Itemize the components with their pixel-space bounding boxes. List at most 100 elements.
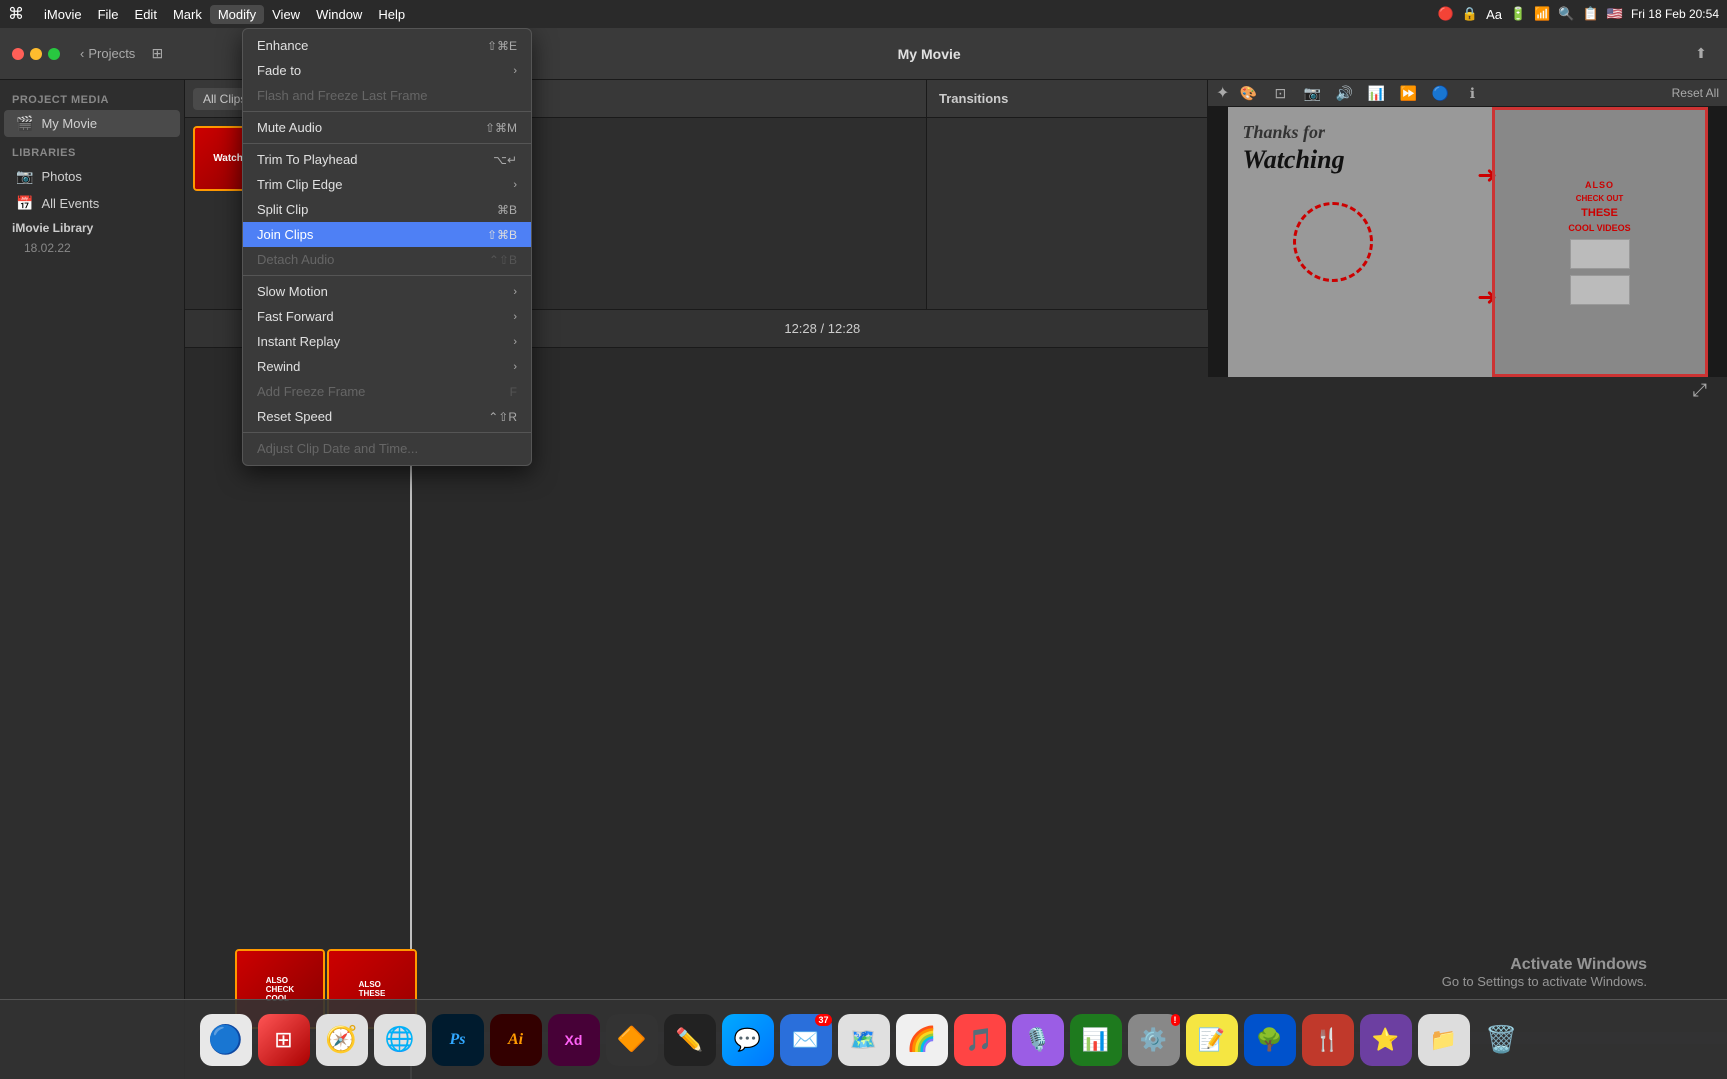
menubar-mark[interactable]: Mark xyxy=(165,5,210,24)
menu-slow-motion[interactable]: Slow Motion › xyxy=(243,279,531,304)
info-btn[interactable]: ℹ xyxy=(1459,80,1485,106)
dock-launchpad[interactable]: ⊞ xyxy=(258,1014,310,1066)
menubar-right: 🔴 🔒 Aa 🔋 📶 🔍 📋 🇺🇸 Fri 18 Feb 20:54 xyxy=(1438,6,1719,22)
sidebar-item-my-movie[interactable]: 🎬 My Movie xyxy=(4,110,180,137)
all-events-label: All Events xyxy=(41,196,99,211)
activate-windows: Activate Windows Go to Settings to activ… xyxy=(1442,956,1647,989)
fade-to-arrow: › xyxy=(513,65,517,77)
library-date: 18.02.22 xyxy=(0,239,184,257)
minimize-button[interactable] xyxy=(30,48,42,60)
time-separator: / xyxy=(821,321,828,336)
dock-system-prefs[interactable]: ⚙️ ! xyxy=(1128,1014,1180,1066)
dock-messenger[interactable]: 💬 xyxy=(722,1014,774,1066)
menu-fast-forward[interactable]: Fast Forward › xyxy=(243,304,531,329)
menu-fade-to[interactable]: Fade to › xyxy=(243,58,531,83)
join-clips-label: Join Clips xyxy=(257,227,313,242)
menu-enhance[interactable]: Enhance ⇧⌘E xyxy=(243,33,531,58)
menubar-window[interactable]: Window xyxy=(308,5,370,24)
fast-forward-label: Fast Forward xyxy=(257,309,334,324)
mute-audio-shortcut: ⇧⌘M xyxy=(485,121,517,135)
dock-superstar[interactable]: ⭐ xyxy=(1360,1014,1412,1066)
add-freeze-shortcut: F xyxy=(510,385,517,399)
menu-join-clips[interactable]: Join Clips ⇧⌘B xyxy=(243,222,531,247)
menu-rewind[interactable]: Rewind › xyxy=(243,354,531,379)
reset-all-btn[interactable]: Reset All xyxy=(1672,86,1719,100)
join-clips-shortcut: ⇧⌘B xyxy=(487,228,517,242)
reset-speed-shortcut: ⌃⇧R xyxy=(488,410,517,424)
activate-windows-title: Activate Windows xyxy=(1442,956,1647,974)
dock-chrome[interactable]: 🌐 xyxy=(374,1014,426,1066)
filter-btn[interactable]: 🔵 xyxy=(1427,80,1453,106)
split-view-btn[interactable]: ⊞ xyxy=(143,40,171,68)
dock-imovie-folder[interactable]: 📁 xyxy=(1418,1014,1470,1066)
menu-instant-replay[interactable]: Instant Replay › xyxy=(243,329,531,354)
crop-btn[interactable]: ⊡ xyxy=(1267,80,1293,106)
instant-replay-label: Instant Replay xyxy=(257,334,340,349)
sidebar-item-all-events[interactable]: 📅 All Events xyxy=(4,190,180,217)
photos-label: Photos xyxy=(41,169,81,184)
dock-photos[interactable]: 🌈 xyxy=(896,1014,948,1066)
flash-freeze-label: Flash and Freeze Last Frame xyxy=(257,88,428,103)
menu-detach-audio: Detach Audio ⌃⇧B xyxy=(243,247,531,272)
dock-pixelmator[interactable]: ✏️ xyxy=(664,1014,716,1066)
dock-finder[interactable]: 🔵 xyxy=(200,1014,252,1066)
dock-xd[interactable]: Xd xyxy=(548,1014,600,1066)
add-freeze-label: Add Freeze Frame xyxy=(257,384,365,399)
my-movie-label: My Movie xyxy=(41,116,97,131)
dock-notes[interactable]: 📝 xyxy=(1186,1014,1238,1066)
menu-trim-clip-edge[interactable]: Trim Clip Edge › xyxy=(243,172,531,197)
fast-forward-arrow: › xyxy=(513,311,517,323)
chart-btn[interactable]: 📊 xyxy=(1363,80,1389,106)
magic-icon: ✦ xyxy=(1216,83,1229,103)
dock-fork[interactable]: 🍴 xyxy=(1302,1014,1354,1066)
dock-illustrator[interactable]: Ai xyxy=(490,1014,542,1066)
menu-add-freeze: Add Freeze Frame F xyxy=(243,379,531,404)
dock-mail[interactable]: ✉️ 37 xyxy=(780,1014,832,1066)
preview-video: Thanks for Watching ALSO CHECK OUT THESE… xyxy=(1208,107,1727,377)
activate-windows-subtitle: Go to Settings to activate Windows. xyxy=(1442,974,1647,989)
preview-toolbar: ✦ 🎨 ⊡ 📷 🔊 📊 ⏩ 🔵 ℹ Reset All xyxy=(1208,80,1727,107)
time-current: 12:28 xyxy=(784,321,817,336)
transitions-label: Transitions xyxy=(939,91,1008,106)
rewind-label: Rewind xyxy=(257,359,300,374)
settings-badge: ! xyxy=(1171,1014,1180,1026)
dock-numbers[interactable]: 📊 xyxy=(1070,1014,1122,1066)
traffic-lights xyxy=(12,48,60,60)
dock-sourcetree[interactable]: 🌳 xyxy=(1244,1014,1296,1066)
reset-speed-label: Reset Speed xyxy=(257,409,332,424)
sidebar-item-photos[interactable]: 📷 Photos xyxy=(4,163,180,190)
menubar-modify[interactable]: Modify xyxy=(210,5,264,24)
back-to-projects[interactable]: ‹ Projects xyxy=(80,46,135,61)
menubar-help[interactable]: Help xyxy=(370,5,413,24)
imovie-library-label: iMovie Library xyxy=(0,217,184,239)
separator-4 xyxy=(243,432,531,433)
transitions-panel: Transitions xyxy=(927,80,1207,309)
dock-trash[interactable]: 🗑️ xyxy=(1476,1014,1528,1066)
share-btn[interactable]: ⬆ xyxy=(1687,40,1715,68)
camera-btn[interactable]: 📷 xyxy=(1299,80,1325,106)
dock-podcasts[interactable]: 🎙️ xyxy=(1012,1014,1064,1066)
menubar-edit[interactable]: Edit xyxy=(127,5,165,24)
dock-safari[interactable]: 🧭 xyxy=(316,1014,368,1066)
speed-btn[interactable]: ⏩ xyxy=(1395,80,1421,106)
menu-mute-audio[interactable]: Mute Audio ⇧⌘M xyxy=(243,115,531,140)
dock-music[interactable]: 🎵 xyxy=(954,1014,1006,1066)
separator-2 xyxy=(243,143,531,144)
audio-btn[interactable]: 🔊 xyxy=(1331,80,1357,106)
menubar-imovie[interactable]: iMovie xyxy=(36,5,90,24)
separator-3 xyxy=(243,275,531,276)
menu-trim-to-playhead[interactable]: Trim To Playhead ⌥↵ xyxy=(243,147,531,172)
dock-maps[interactable]: 🗺️ xyxy=(838,1014,890,1066)
menubar-view[interactable]: View xyxy=(264,5,308,24)
menubar-file[interactable]: File xyxy=(90,5,127,24)
menu-split-clip[interactable]: Split Clip ⌘B xyxy=(243,197,531,222)
dock-blender[interactable]: 🔶 xyxy=(606,1014,658,1066)
photos-icon: 📷 xyxy=(16,168,33,185)
close-button[interactable] xyxy=(12,48,24,60)
menu-reset-speed[interactable]: Reset Speed ⌃⇧R xyxy=(243,404,531,429)
color-btn[interactable]: 🎨 xyxy=(1235,80,1261,106)
dock-photoshop[interactable]: Ps xyxy=(432,1014,484,1066)
rewind-arrow: › xyxy=(513,361,517,373)
apple-menu[interactable]: ⌘ xyxy=(8,4,24,24)
maximize-button[interactable] xyxy=(48,48,60,60)
